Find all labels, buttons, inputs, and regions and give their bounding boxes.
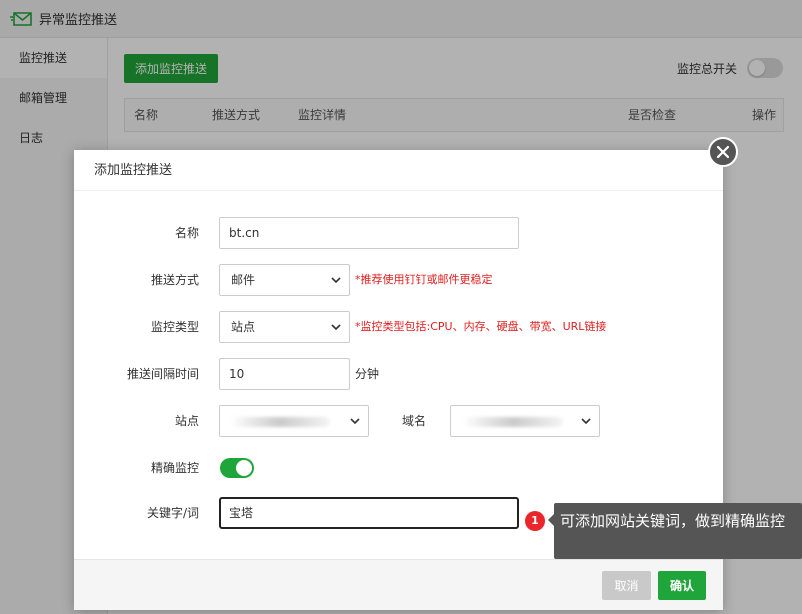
site-select[interactable] — [219, 405, 369, 437]
precise-monitor-row: 精确监控 — [74, 452, 723, 484]
name-label: 名称 — [174, 226, 199, 240]
monitor-type-value: 站点 — [231, 320, 256, 334]
monitor-type-label: 监控类型 — [150, 320, 199, 334]
domain-label: 域名 — [402, 414, 427, 428]
push-method-hint: *推荐使用钉钉或邮件更稳定 — [355, 273, 493, 286]
guide-tooltip: 可添加网站关键词，做到精确监控 — [548, 503, 802, 559]
confirm-button[interactable]: 确认 — [658, 571, 706, 600]
domain-select[interactable] — [450, 405, 600, 437]
precise-monitor-switch[interactable] — [220, 458, 254, 478]
name-input[interactable]: bt.cn — [219, 217, 519, 249]
push-method-label: 推送方式 — [150, 273, 199, 287]
close-icon — [716, 145, 730, 159]
push-method-select[interactable]: 邮件 — [219, 264, 350, 296]
interval-input[interactable]: 10 — [219, 358, 350, 390]
redacted-domain-value — [463, 417, 563, 427]
chevron-down-icon — [331, 277, 341, 284]
dialog-footer: 取消 确认 — [74, 559, 723, 610]
keyword-input[interactable]: 宝塔 — [219, 497, 519, 529]
chevron-down-icon — [581, 418, 591, 425]
step-badge: 1 — [525, 511, 545, 531]
monitor-type-hint: *监控类型包括:CPU、内存、硬盘、带宽、URL链接 — [355, 320, 607, 333]
precise-monitor-label: 精确监控 — [150, 461, 199, 475]
chevron-down-icon — [331, 324, 341, 331]
interval-label: 推送间隔时间 — [126, 367, 199, 381]
redacted-site-value — [230, 417, 330, 427]
interval-row: 推送间隔时间 10 分钟 — [74, 358, 723, 390]
dialog-title: 添加监控推送 — [74, 150, 723, 191]
keyword-label: 关键字/词 — [146, 506, 199, 520]
site-label: 站点 — [174, 414, 199, 428]
monitor-type-select[interactable]: 站点 — [219, 311, 350, 343]
close-dialog-button[interactable] — [708, 137, 738, 167]
site-row: 站点 域名 — [74, 405, 723, 437]
interval-unit: 分钟 — [355, 367, 380, 381]
cancel-button[interactable]: 取消 — [602, 571, 651, 600]
push-method-row: 推送方式 邮件 *推荐使用钉钉或邮件更稳定 — [74, 264, 723, 296]
name-row: 名称 bt.cn — [74, 217, 723, 249]
chevron-down-icon — [350, 418, 360, 425]
monitor-type-row: 监控类型 站点 *监控类型包括:CPU、内存、硬盘、带宽、URL链接 — [74, 311, 723, 343]
push-method-value: 邮件 — [231, 273, 256, 287]
